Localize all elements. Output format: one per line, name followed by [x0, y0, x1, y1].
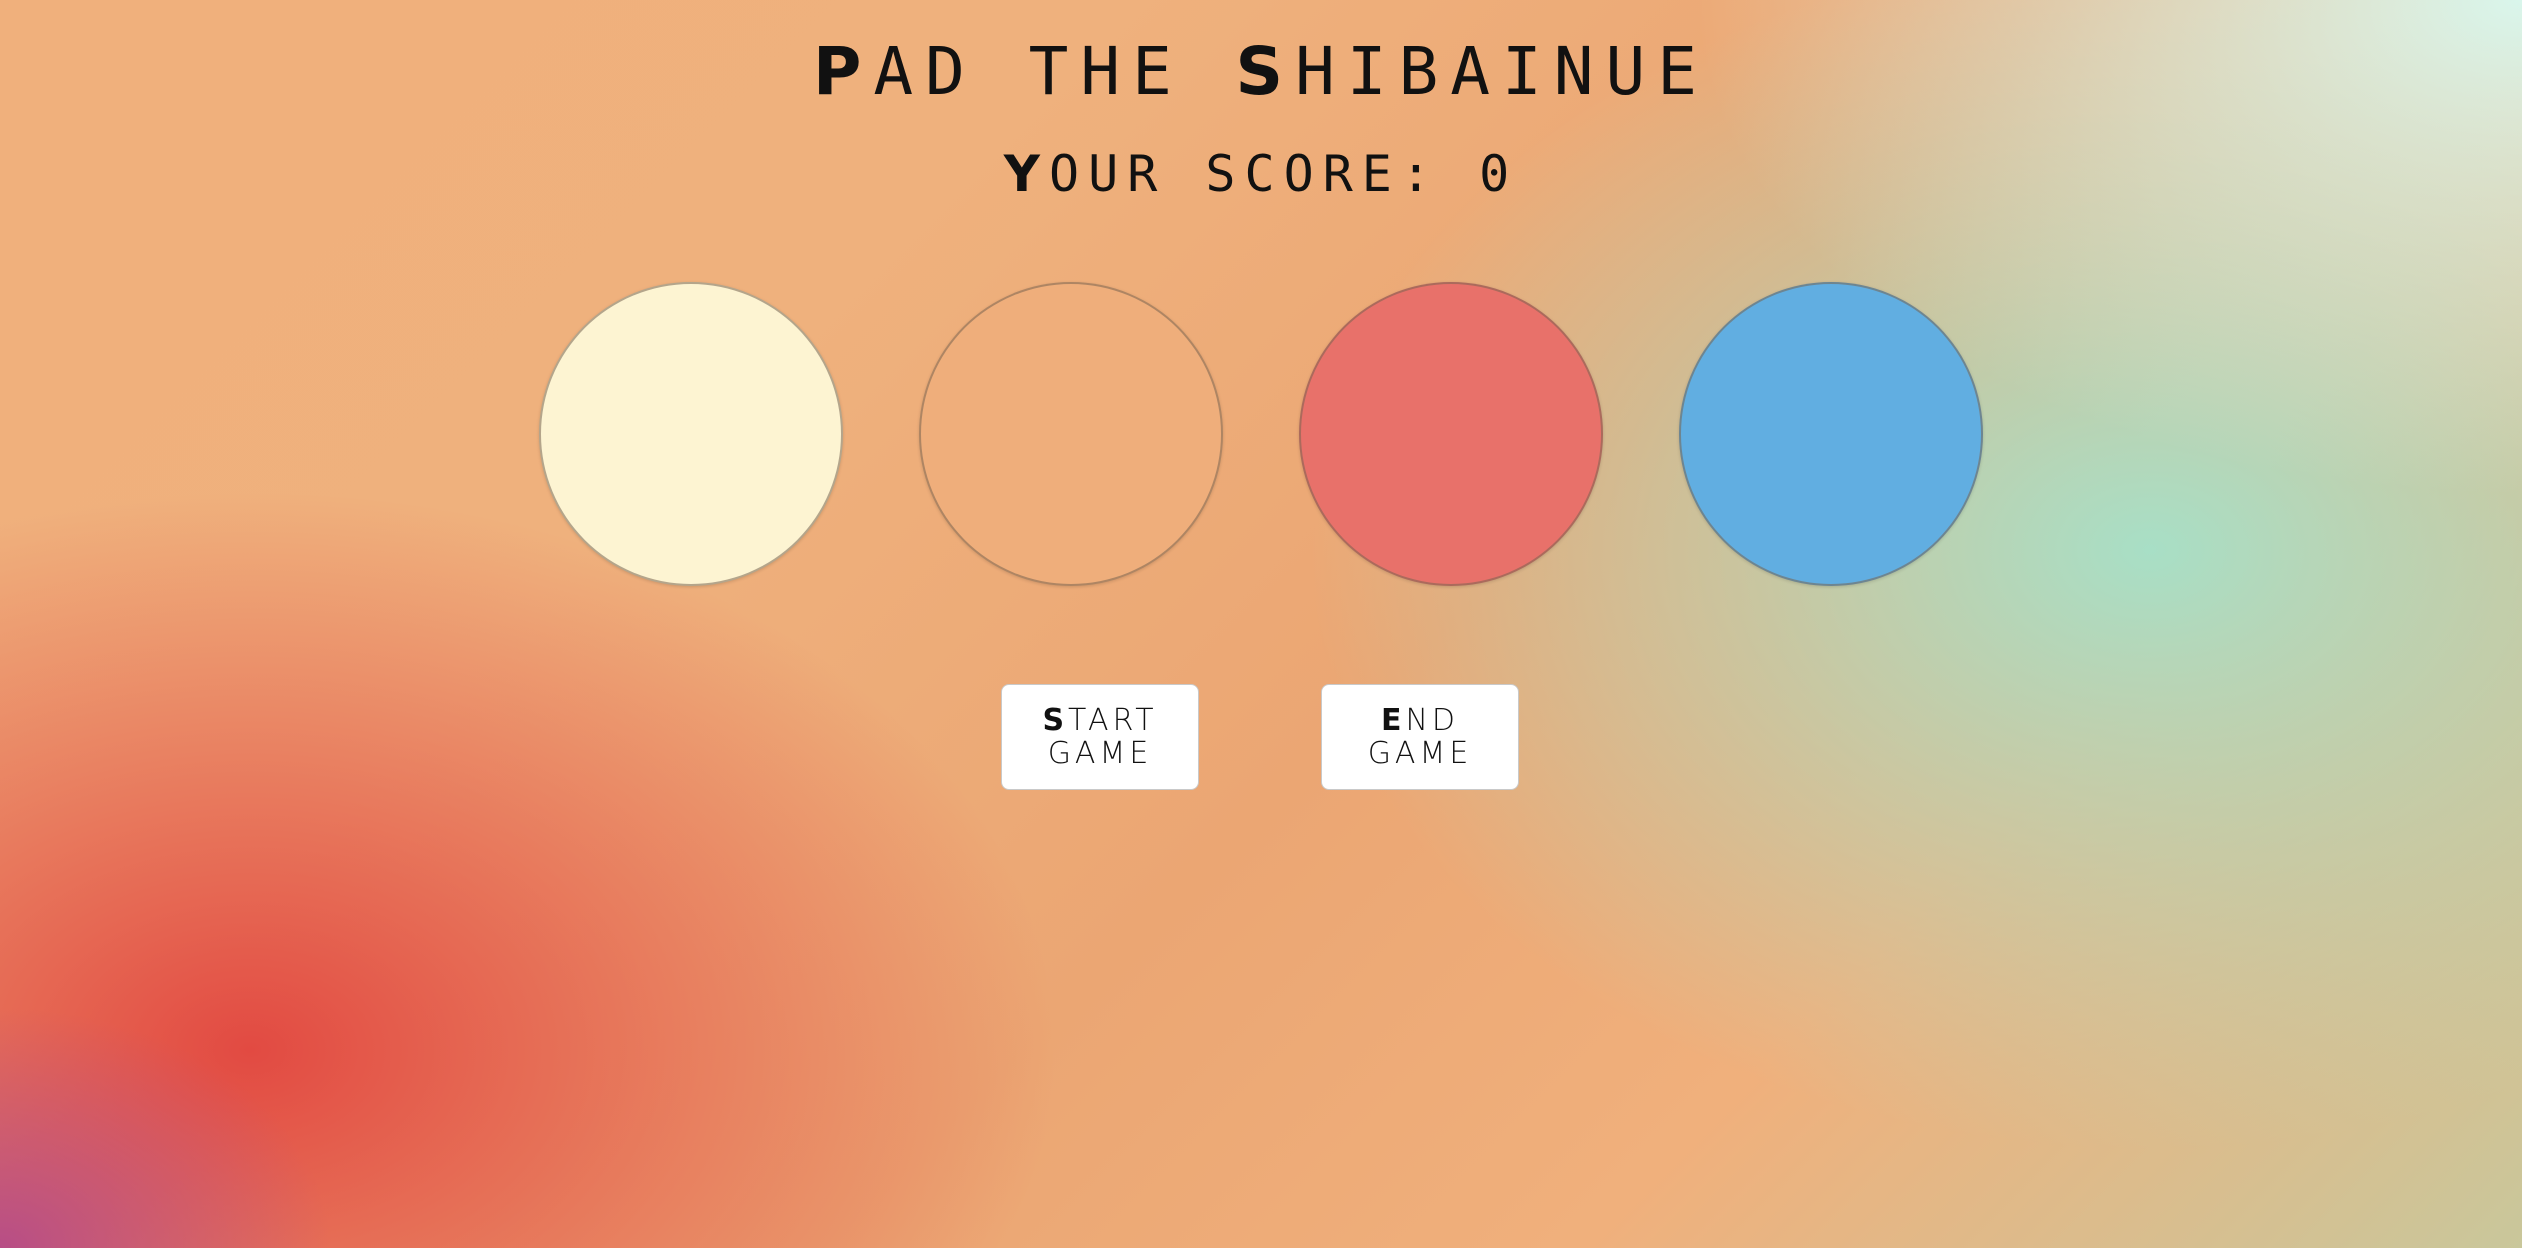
start-game-button[interactable]: START GAME — [1001, 684, 1199, 790]
score-label: OUR SCORE: — [1048, 145, 1480, 203]
pad-red[interactable] — [1299, 282, 1603, 586]
game-controls: START GAME END GAME — [0, 684, 2522, 792]
title-part-1: AD THE — [873, 33, 1236, 110]
pad-blue[interactable] — [1679, 282, 1983, 586]
start-button-label: TART — [1068, 703, 1158, 738]
pad-cream[interactable] — [539, 282, 843, 586]
end-button-line-1: END — [1381, 704, 1459, 737]
title-initial-p: P — [813, 33, 874, 110]
game-title: PAD THE SHIBAINUE — [0, 32, 2522, 112]
title-initial-s: S — [1235, 33, 1296, 110]
end-button-line-2: GAME — [1367, 736, 1473, 771]
pad-peach[interactable] — [919, 282, 1223, 586]
end-game-button[interactable]: END GAME — [1321, 684, 1519, 790]
start-button-line-1: START — [1042, 704, 1157, 737]
title-part-2: HIBAINUE — [1295, 33, 1709, 110]
start-button-initial: S — [1042, 703, 1069, 738]
start-button-line-2: GAME — [1047, 736, 1153, 771]
end-button-label: ND — [1405, 703, 1460, 738]
end-button-initial: E — [1380, 703, 1406, 738]
score-value: 0 — [1479, 145, 1519, 203]
score-display: YOUR SCORE: 0 — [0, 142, 2522, 206]
score-label-initial: Y — [1003, 145, 1049, 203]
pad-row — [0, 282, 2522, 586]
